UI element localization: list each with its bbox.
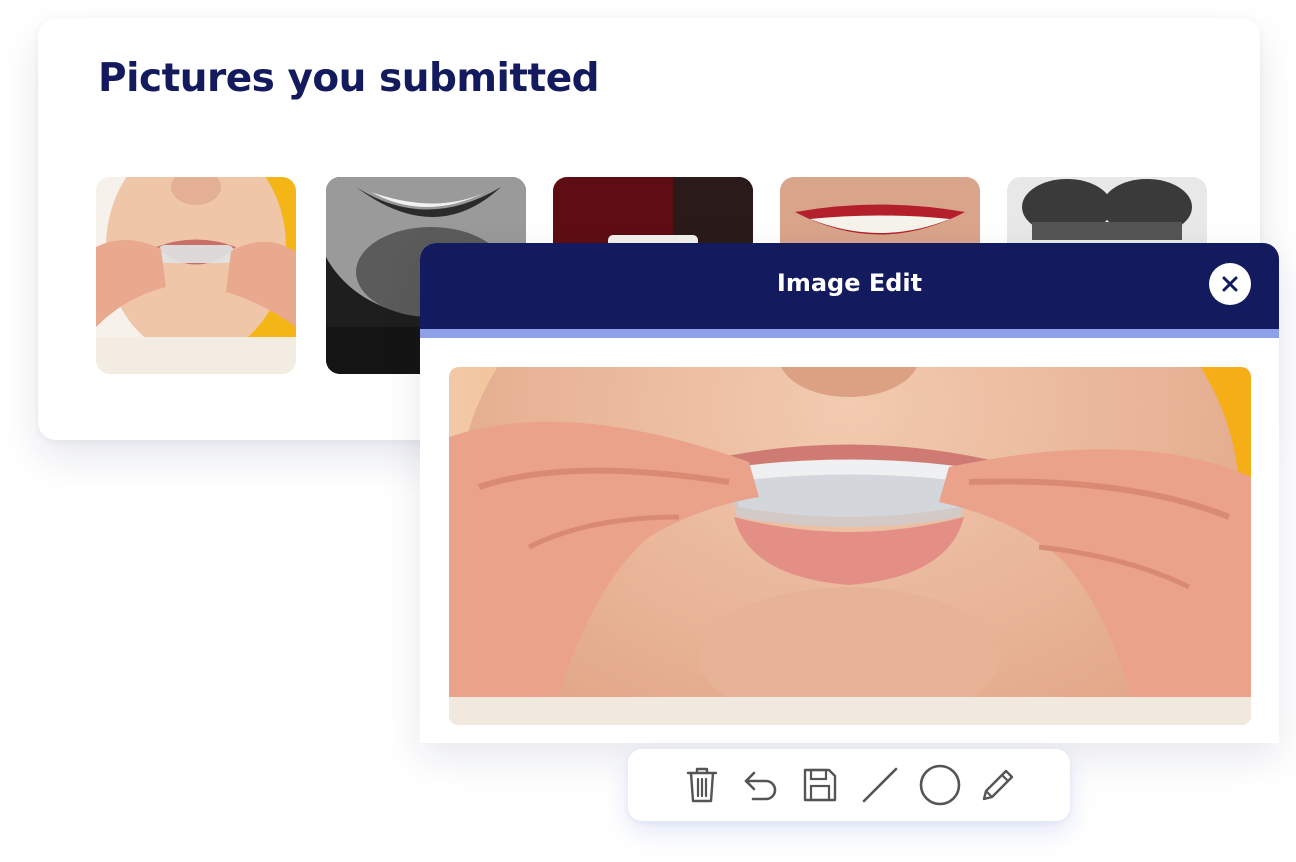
save-button[interactable] — [796, 761, 844, 809]
modal-accent-bar — [420, 329, 1279, 338]
undo-button[interactable] — [737, 761, 785, 809]
edit-canvas-image[interactable] — [449, 367, 1251, 725]
delete-button[interactable] — [678, 761, 726, 809]
line-icon — [862, 767, 898, 803]
close-button[interactable] — [1209, 263, 1251, 305]
modal-title: Image Edit — [776, 269, 923, 297]
trash-icon — [686, 767, 718, 803]
thumbnail-aligner[interactable] — [96, 177, 296, 374]
circle-tool-button[interactable] — [916, 761, 964, 809]
gallery-title: Pictures you submitted — [98, 56, 600, 101]
save-icon — [803, 768, 837, 802]
line-tool-button[interactable] — [856, 761, 904, 809]
modal-header: Image Edit — [420, 243, 1279, 329]
edit-toolbar — [628, 749, 1070, 821]
pencil-tool-button[interactable] — [974, 761, 1022, 809]
close-icon — [1222, 276, 1238, 292]
image-edit-modal: Image Edit — [420, 243, 1279, 743]
undo-icon — [744, 771, 777, 801]
stage: Pictures you submitted Image Edit — [0, 0, 1296, 862]
circle-icon — [919, 764, 961, 806]
pencil-icon — [982, 769, 1014, 801]
